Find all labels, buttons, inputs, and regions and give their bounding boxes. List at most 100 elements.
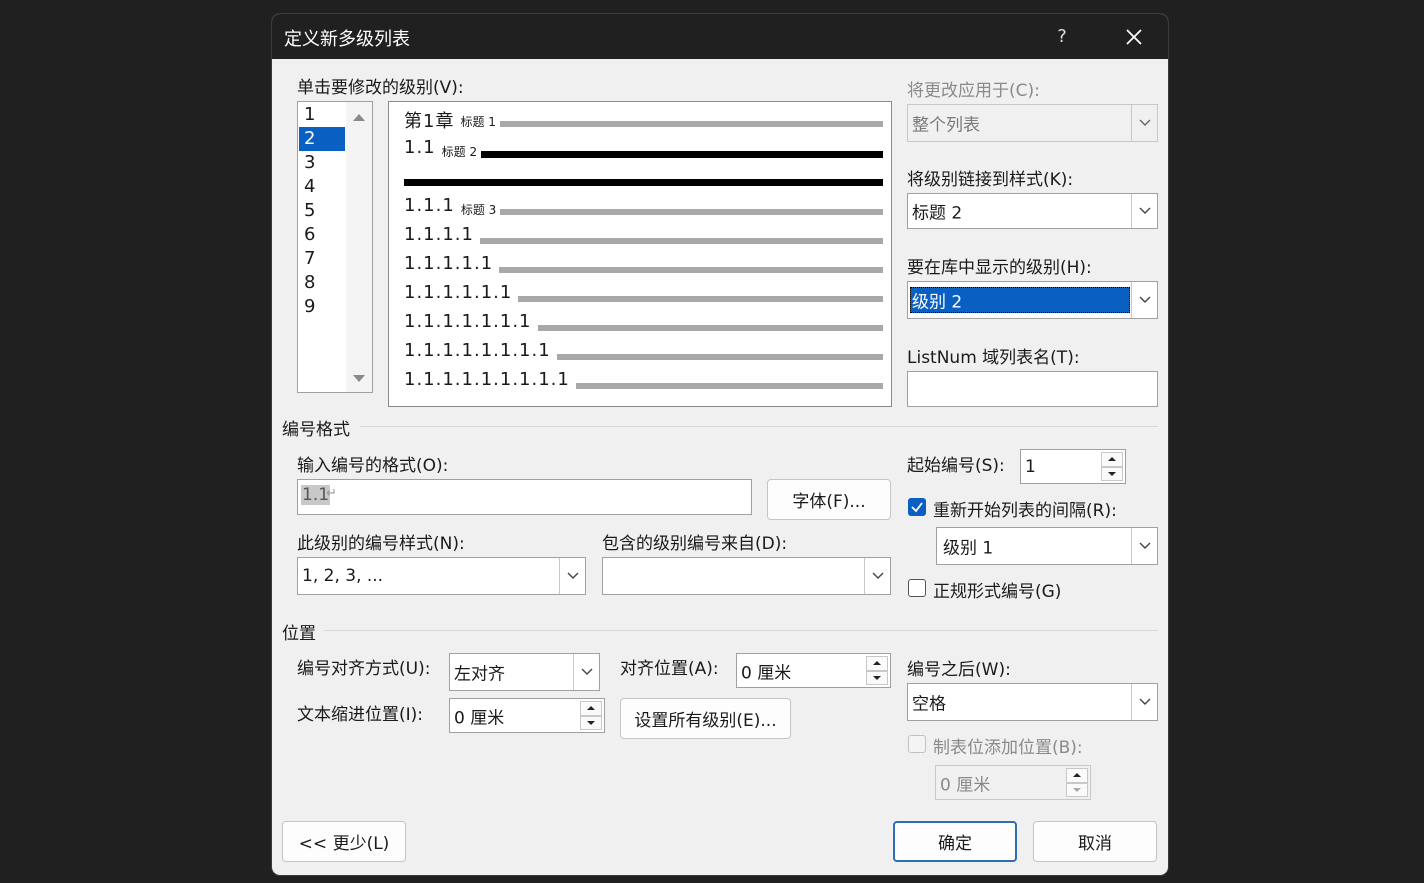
chevron-down-icon — [1131, 105, 1157, 141]
checkmark-icon — [911, 502, 923, 513]
level-item[interactable]: 5 — [299, 199, 345, 223]
preview-text-line — [556, 354, 883, 360]
gallery-level-value: 级别 2 — [912, 292, 963, 313]
spin-down-icon[interactable] — [580, 715, 602, 730]
align-at-value: 0 厘米 — [741, 663, 792, 683]
level-item[interactable]: 9 — [299, 295, 345, 319]
preview-number: 1.1.1 — [404, 195, 455, 216]
chevron-down-icon[interactable] — [864, 558, 890, 594]
restart-level-combo[interactable]: 级别 1 — [936, 527, 1158, 565]
spin-up-icon[interactable] — [1101, 452, 1123, 467]
chevron-down-icon[interactable] — [1131, 194, 1157, 228]
section-divider — [360, 426, 1158, 427]
level-scrollbar[interactable] — [346, 102, 372, 392]
format-input[interactable]: 1.1 ↵ — [297, 479, 752, 515]
preview-number: 1.1.1.1.1.1.1.1 — [404, 340, 551, 361]
levels-label: 单击要修改的级别(V): — [297, 78, 464, 98]
follow-value: 空格 — [912, 694, 946, 715]
listnum-label: ListNum 域列表名(T): — [907, 348, 1080, 368]
align-at-spinner[interactable]: 0 厘米 — [736, 653, 891, 688]
include-label: 包含的级别编号来自(D): — [602, 534, 788, 554]
include-level-combo[interactable] — [602, 557, 891, 595]
preview-number: 1.1.1.1.1.1 — [404, 282, 513, 303]
preview-number: 第1章 — [404, 111, 455, 132]
cancel-button[interactable]: 取消 — [1033, 821, 1157, 862]
tab-stop-spinner: 0 厘米 — [935, 765, 1091, 800]
dialog-title: 定义新多级列表 — [284, 29, 410, 50]
link-style-value: 标题 2 — [912, 203, 963, 224]
indent-value: 0 厘米 — [454, 708, 505, 728]
level-item[interactable]: 4 — [299, 175, 345, 199]
preview-style-name: 标题 3 — [460, 203, 497, 217]
section-divider — [324, 630, 1158, 631]
preview-number: 1.1 — [404, 137, 436, 158]
paragraph-mark-icon: ↵ — [326, 486, 337, 501]
preview-number: 1.1.1.1.1.1.1 — [404, 311, 532, 332]
level-item[interactable]: 6 — [299, 223, 345, 247]
close-icon — [1126, 29, 1142, 45]
restart-label: 重新开始列表的间隔(R): — [933, 501, 1117, 521]
number-style-combo[interactable]: 1, 2, 3, ... — [297, 557, 586, 595]
chevron-down-icon[interactable] — [559, 558, 585, 594]
scroll-down-icon[interactable] — [352, 374, 366, 384]
level-item[interactable]: 2 — [299, 127, 345, 151]
listnum-input[interactable] — [907, 371, 1158, 407]
level-item[interactable]: 1 — [299, 103, 345, 127]
legal-label: 正规形式编号(G) — [933, 582, 1062, 602]
help-button[interactable]: ? — [1042, 22, 1082, 52]
follow-combo[interactable]: 空格 — [907, 683, 1158, 721]
scroll-up-icon[interactable] — [352, 112, 366, 122]
level-item[interactable]: 7 — [299, 247, 345, 271]
level-listbox[interactable]: 123456789 — [297, 101, 373, 393]
spin-up-icon[interactable] — [866, 656, 888, 671]
chevron-down-icon[interactable] — [1131, 684, 1157, 720]
font-button[interactable]: 字体(F)... — [767, 479, 891, 520]
ok-button[interactable]: 确定 — [893, 821, 1017, 862]
gallery-level-combo[interactable]: 级别 2 — [907, 281, 1158, 319]
start-label: 起始编号(S): — [907, 456, 1005, 476]
preview-text-line — [537, 325, 883, 331]
indent-spinner[interactable]: 0 厘米 — [449, 698, 605, 733]
apply-to-value: 整个列表 — [912, 115, 980, 136]
tab-stop-checkbox — [908, 735, 926, 753]
list-preview: 第1章 标题 1 1.1 标题 2 1.1.1 标题 3 1.1.1.1 1.1.1.1.1 1… — [388, 101, 892, 407]
link-style-combo[interactable]: 标题 2 — [907, 193, 1158, 229]
gallery-level-label: 要在库中显示的级别(H): — [907, 258, 1092, 278]
indent-label: 文本缩进位置(I): — [297, 705, 424, 725]
style-label: 此级别的编号样式(N): — [297, 534, 465, 554]
follow-label: 编号之后(W): — [907, 660, 1011, 680]
tab-stop-value: 0 厘米 — [940, 775, 991, 795]
preview-text-line — [404, 179, 883, 186]
level-item[interactable]: 3 — [299, 151, 345, 175]
chevron-down-icon[interactable] — [1131, 528, 1157, 564]
spin-down-icon — [1066, 782, 1088, 797]
preview-text-line — [479, 238, 883, 244]
alignment-combo[interactable]: 左对齐 — [449, 653, 600, 691]
position-section: 位置 — [282, 624, 316, 644]
set-all-levels-button[interactable]: 设置所有级别(E)... — [620, 698, 791, 739]
preview-style-name: 标题 1 — [460, 115, 496, 129]
legal-checkbox[interactable] — [908, 579, 926, 597]
apply-to-label: 将更改应用于(C): — [907, 81, 1040, 101]
spin-down-icon[interactable] — [866, 670, 888, 685]
preview-text-line — [499, 267, 883, 273]
spin-down-icon[interactable] — [1101, 466, 1123, 481]
chevron-down-icon[interactable] — [573, 654, 599, 690]
preview-text-line — [499, 121, 883, 127]
start-spinner[interactable]: 1 — [1020, 449, 1126, 484]
level-item[interactable]: 8 — [299, 271, 345, 295]
spin-up-icon — [1066, 768, 1088, 783]
spin-up-icon[interactable] — [580, 701, 602, 716]
tab-stop-label: 制表位添加位置(B): — [933, 738, 1083, 758]
restart-level-value: 级别 1 — [943, 538, 994, 559]
chevron-down-icon[interactable] — [1131, 282, 1157, 318]
preview-number: 1.1.1.1.1 — [404, 253, 494, 274]
preview-style-name: 标题 2 — [441, 145, 478, 159]
restart-checkbox[interactable] — [908, 498, 926, 516]
align-label: 编号对齐方式(U): — [297, 659, 431, 679]
preview-text-line — [500, 209, 883, 215]
alignment-value: 左对齐 — [454, 664, 505, 685]
preview-number: 1.1.1.1.1.1.1.1.1 — [404, 369, 570, 390]
close-button[interactable] — [1114, 22, 1154, 52]
less-button[interactable]: << 更少(L) — [282, 821, 406, 862]
